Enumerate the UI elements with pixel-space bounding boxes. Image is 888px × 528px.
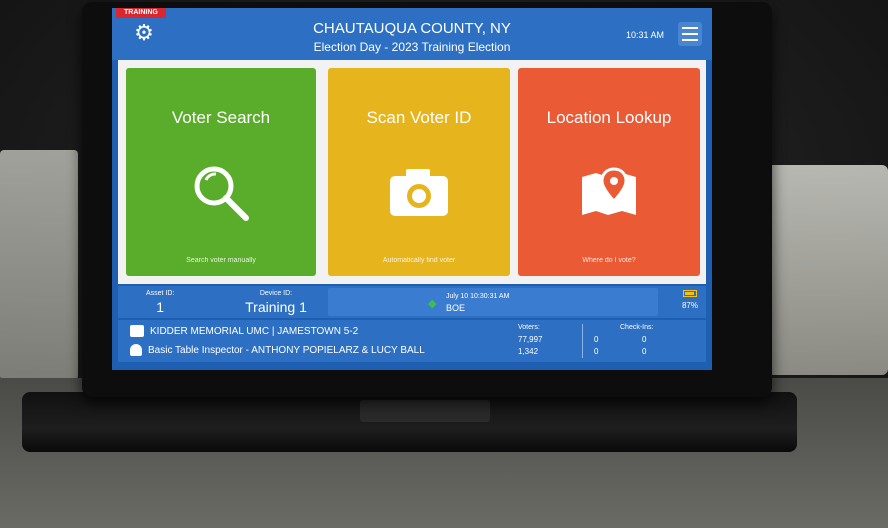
training-badge: TRAINING xyxy=(116,8,166,18)
tile-label: Scan Voter ID xyxy=(366,108,472,127)
tile-label: Location Lookup xyxy=(546,108,672,127)
scan-voter-id-tile[interactable]: Scan Voter ID Automatically find voter xyxy=(328,68,510,276)
tile-label: Voter Search xyxy=(171,108,271,127)
plastic-bin-left xyxy=(0,150,78,380)
asset-id: Asset ID: 1 xyxy=(146,290,174,315)
tile-subtitle: Where do I vote? xyxy=(582,257,636,264)
tile-subtitle: Automatically find voter xyxy=(382,257,456,264)
checkin-count-b: 0 xyxy=(594,347,599,356)
map-pin-icon xyxy=(518,158,700,228)
sync-status[interactable]: ◆ July 10 10:30:31 AM BOE xyxy=(328,288,658,316)
tile-subtitle: Search voter manually xyxy=(186,257,256,264)
app-header: ⚙ CHAUTAUQUA COUNTY, NY Election Day - 2… xyxy=(112,8,712,60)
sync-time: July 10 10:30:31 AM xyxy=(446,293,510,300)
device-id: Device ID: Training 1 xyxy=(226,290,326,315)
battery-icon xyxy=(682,290,697,297)
asset-value: 1 xyxy=(156,299,165,315)
voters-local: 1,342 xyxy=(518,347,539,356)
voters-total: 77,997 xyxy=(518,335,543,344)
election-title: Election Day - 2023 Training Election xyxy=(313,40,511,54)
location-lookup-tile[interactable]: Location Lookup Where do I vote? xyxy=(518,68,700,276)
county-title: CHAUTAUQUA COUNTY, NY xyxy=(313,20,511,37)
battery-status: 87% xyxy=(682,290,698,310)
stand-hinge xyxy=(360,400,490,422)
hamburger-menu-icon[interactable] xyxy=(678,22,702,46)
voters-label: Voters: xyxy=(518,324,540,331)
inspector-row: Basic Table Inspector - ANTHONY POPIELAR… xyxy=(130,344,425,356)
voter-search-tile[interactable]: Voter Search Search voter manually xyxy=(126,68,316,276)
wifi-icon: ◆ xyxy=(428,298,437,310)
tile-area: Voter Search Search voter manually Scan … xyxy=(118,60,706,284)
battery-percent: 87% xyxy=(681,301,698,310)
location-row: KIDDER MEMORIAL UMC | JAMESTOWN 5-2 xyxy=(130,325,358,337)
voter-stats: Voters: Check-Ins: 77,997 1,342 0 0 0 0 xyxy=(510,322,700,360)
camera-icon xyxy=(328,158,510,228)
checkin-count-d: 0 xyxy=(642,347,647,356)
person-icon xyxy=(130,344,142,356)
sync-source: BOE xyxy=(446,303,466,313)
stats-divider xyxy=(582,324,583,358)
device-label: Device ID: xyxy=(259,290,293,297)
clock: 10:31 AM xyxy=(625,30,664,40)
checkin-count-a: 0 xyxy=(594,335,599,344)
status-bar: Asset ID: 1 Device ID: Training 1 ◆ July… xyxy=(118,286,706,318)
asset-label: Asset ID: xyxy=(146,290,175,297)
location-bar: KIDDER MEMORIAL UMC | JAMESTOWN 5-2 Basi… xyxy=(118,320,706,362)
magnifier-icon xyxy=(126,158,316,228)
inspector-name: Basic Table Inspector - ANTHONY POPIELAR… xyxy=(148,344,425,356)
device-value: Training 1 xyxy=(245,299,307,315)
tablet-screen: ⚙ CHAUTAUQUA COUNTY, NY Election Day - 2… xyxy=(112,8,712,370)
checkin-count-c: 0 xyxy=(642,335,647,344)
location-name: KIDDER MEMORIAL UMC | JAMESTOWN 5-2 xyxy=(150,325,359,337)
map-icon xyxy=(130,325,144,337)
checkins-label: Check-Ins: xyxy=(620,324,654,331)
